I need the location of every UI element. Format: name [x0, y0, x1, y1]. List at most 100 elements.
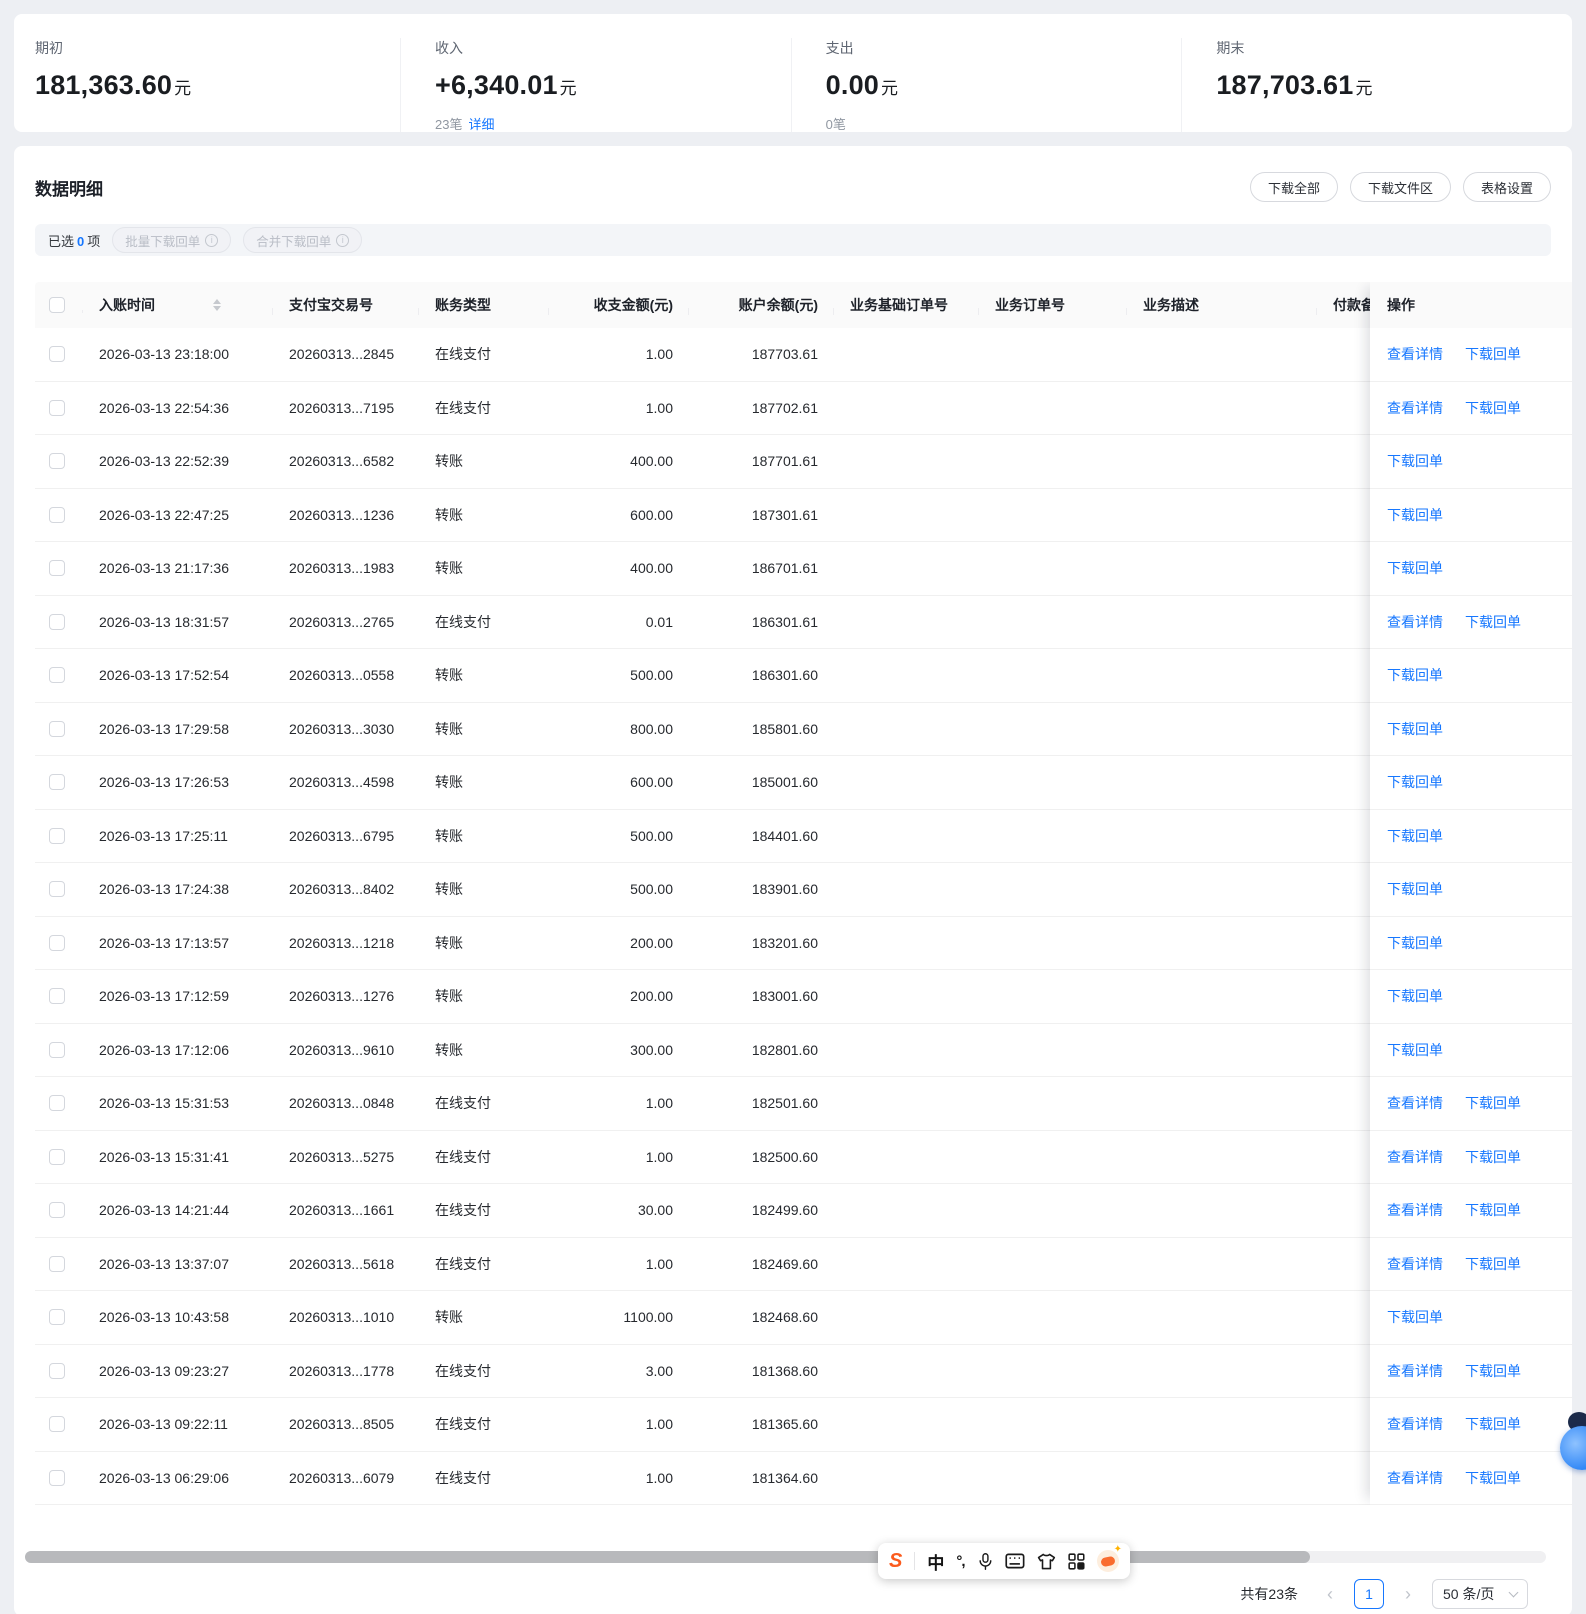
row-checkbox[interactable] — [49, 721, 65, 737]
row-checkbox[interactable] — [49, 614, 65, 630]
download-receipt-link[interactable]: 下载回单 — [1465, 398, 1521, 418]
cell-time: 2026-03-13 10:43:58 — [83, 1309, 273, 1325]
horizontal-scrollbar[interactable] — [25, 1551, 1546, 1563]
punctuation-icon[interactable]: °, — [956, 1553, 964, 1570]
row-checkbox[interactable] — [49, 881, 65, 897]
row-checkbox[interactable] — [49, 1256, 65, 1272]
download-receipt-link[interactable]: 下载回单 — [1465, 1147, 1521, 1167]
row-checkbox[interactable] — [49, 667, 65, 683]
row-checkbox[interactable] — [49, 988, 65, 1004]
cell-amount: 600.00 — [549, 507, 689, 523]
download-receipt-link[interactable]: 下载回单 — [1465, 612, 1521, 632]
keyboard-icon[interactable] — [1005, 1553, 1025, 1569]
view-detail-link[interactable]: 查看详情 — [1387, 1093, 1443, 1113]
row-actions: 查看详情 下载回单 — [1370, 1345, 1572, 1399]
row-checkbox[interactable] — [49, 560, 65, 576]
row-checkbox[interactable] — [49, 1416, 65, 1432]
download-receipt-link[interactable]: 下载回单 — [1465, 1093, 1521, 1113]
cell-balance: 182499.60 — [689, 1202, 834, 1218]
skin-tshirt-icon[interactable] — [1037, 1553, 1056, 1570]
download-receipt-link[interactable]: 下载回单 — [1465, 344, 1521, 364]
income-label: 收入 — [435, 38, 791, 58]
download-receipt-link[interactable]: 下载回单 — [1465, 1468, 1521, 1488]
view-detail-link[interactable]: 查看详情 — [1387, 398, 1443, 418]
download-receipt-link[interactable]: 下载回单 — [1387, 665, 1443, 685]
sort-toggle[interactable] — [213, 299, 221, 311]
table-row: 2026-03-13 17:29:58 20260313...3030 转账 8… — [35, 703, 1572, 757]
current-page[interactable]: 1 — [1354, 1579, 1384, 1609]
row-checkbox[interactable] — [49, 935, 65, 951]
view-detail-link[interactable]: 查看详情 — [1387, 1361, 1443, 1381]
cell-time: 2026-03-13 17:12:06 — [83, 1042, 273, 1058]
download-receipt-link[interactable]: 下载回单 — [1465, 1254, 1521, 1274]
view-detail-link[interactable]: 查看详情 — [1387, 1147, 1443, 1167]
view-detail-link[interactable]: 查看详情 — [1387, 612, 1443, 632]
view-detail-link[interactable]: 查看详情 — [1387, 1414, 1443, 1434]
merge-download-button[interactable]: 合并下载回单i — [243, 227, 362, 253]
view-detail-link[interactable]: 查看详情 — [1387, 344, 1443, 364]
row-checkbox[interactable] — [49, 453, 65, 469]
row-actions: 查看详情 下载回单 — [1370, 1291, 1572, 1345]
select-all-checkbox[interactable] — [49, 297, 65, 313]
cell-time: 2026-03-13 09:23:27 — [83, 1363, 273, 1379]
download-receipt-link[interactable]: 下载回单 — [1387, 558, 1443, 578]
info-icon: i — [336, 234, 349, 247]
download-receipt-link[interactable]: 下载回单 — [1387, 451, 1443, 471]
download-all-button[interactable]: 下载全部 — [1250, 172, 1338, 202]
view-detail-link[interactable]: 查看详情 — [1387, 1254, 1443, 1274]
download-receipt-link[interactable]: 下载回单 — [1387, 826, 1443, 846]
income-detail-link[interactable]: 详细 — [468, 117, 494, 132]
row-checkbox[interactable] — [49, 1095, 65, 1111]
download-receipt-link[interactable]: 下载回单 — [1465, 1200, 1521, 1220]
download-receipt-link[interactable]: 下载回单 — [1465, 1361, 1521, 1381]
ai-assistant-icon[interactable] — [1097, 1550, 1119, 1572]
row-checkbox-cell — [35, 828, 83, 844]
row-checkbox[interactable] — [49, 346, 65, 362]
cell-balance: 183901.60 — [689, 881, 834, 897]
cell-amount: 1100.00 — [549, 1309, 689, 1325]
row-checkbox[interactable] — [49, 1149, 65, 1165]
download-receipt-link[interactable]: 下载回单 — [1387, 1307, 1443, 1327]
download-receipt-link[interactable]: 下载回单 — [1387, 1040, 1443, 1060]
chinese-mode-icon[interactable]: 中 — [927, 1549, 944, 1574]
table-row: 2026-03-13 22:52:39 20260313...6582 转账 4… — [35, 435, 1572, 489]
next-page-button[interactable]: › — [1394, 1580, 1422, 1608]
prev-page-button[interactable]: ‹ — [1316, 1580, 1344, 1608]
row-checkbox[interactable] — [49, 1309, 65, 1325]
cell-txid: 20260313...7195 — [273, 400, 419, 416]
download-receipt-link[interactable]: 下载回单 — [1387, 933, 1443, 953]
row-checkbox-cell — [35, 453, 83, 469]
row-checkbox[interactable] — [49, 828, 65, 844]
row-checkbox[interactable] — [49, 1202, 65, 1218]
row-actions: 查看详情 下载回单 — [1370, 382, 1572, 436]
view-detail-link[interactable]: 查看详情 — [1387, 1468, 1443, 1488]
cell-txid: 20260313...6582 — [273, 453, 419, 469]
batch-download-button[interactable]: 批量下载回单i — [112, 227, 231, 253]
download-zone-button[interactable]: 下载文件区 — [1350, 172, 1451, 202]
sogou-logo-icon[interactable]: S — [889, 1551, 902, 1571]
expense-label: 支出 — [826, 38, 1182, 58]
download-receipt-link[interactable]: 下载回单 — [1465, 1414, 1521, 1434]
row-checkbox[interactable] — [49, 507, 65, 523]
row-checkbox[interactable] — [49, 1470, 65, 1486]
row-checkbox-cell — [35, 1309, 83, 1325]
row-checkbox[interactable] — [49, 774, 65, 790]
download-receipt-link[interactable]: 下载回单 — [1387, 505, 1443, 525]
download-receipt-link[interactable]: 下载回单 — [1387, 986, 1443, 1006]
row-actions: 查看详情 下载回单 — [1370, 863, 1572, 917]
cell-balance: 182468.60 — [689, 1309, 834, 1325]
view-detail-link[interactable]: 查看详情 — [1387, 1200, 1443, 1220]
microphone-icon[interactable] — [977, 1552, 994, 1571]
cell-time: 2026-03-13 15:31:53 — [83, 1095, 273, 1111]
download-receipt-link[interactable]: 下载回单 — [1387, 879, 1443, 899]
toolbox-grid-icon[interactable] — [1068, 1553, 1085, 1570]
row-checkbox[interactable] — [49, 1042, 65, 1058]
download-receipt-link[interactable]: 下载回单 — [1387, 772, 1443, 792]
row-checkbox[interactable] — [49, 400, 65, 416]
page-size-select[interactable]: 50 条/页 — [1432, 1579, 1528, 1609]
row-checkbox-cell — [35, 721, 83, 737]
cell-type: 在线支付 — [419, 1414, 549, 1434]
download-receipt-link[interactable]: 下载回单 — [1387, 719, 1443, 739]
table-settings-button[interactable]: 表格设置 — [1463, 172, 1551, 202]
row-checkbox[interactable] — [49, 1363, 65, 1379]
